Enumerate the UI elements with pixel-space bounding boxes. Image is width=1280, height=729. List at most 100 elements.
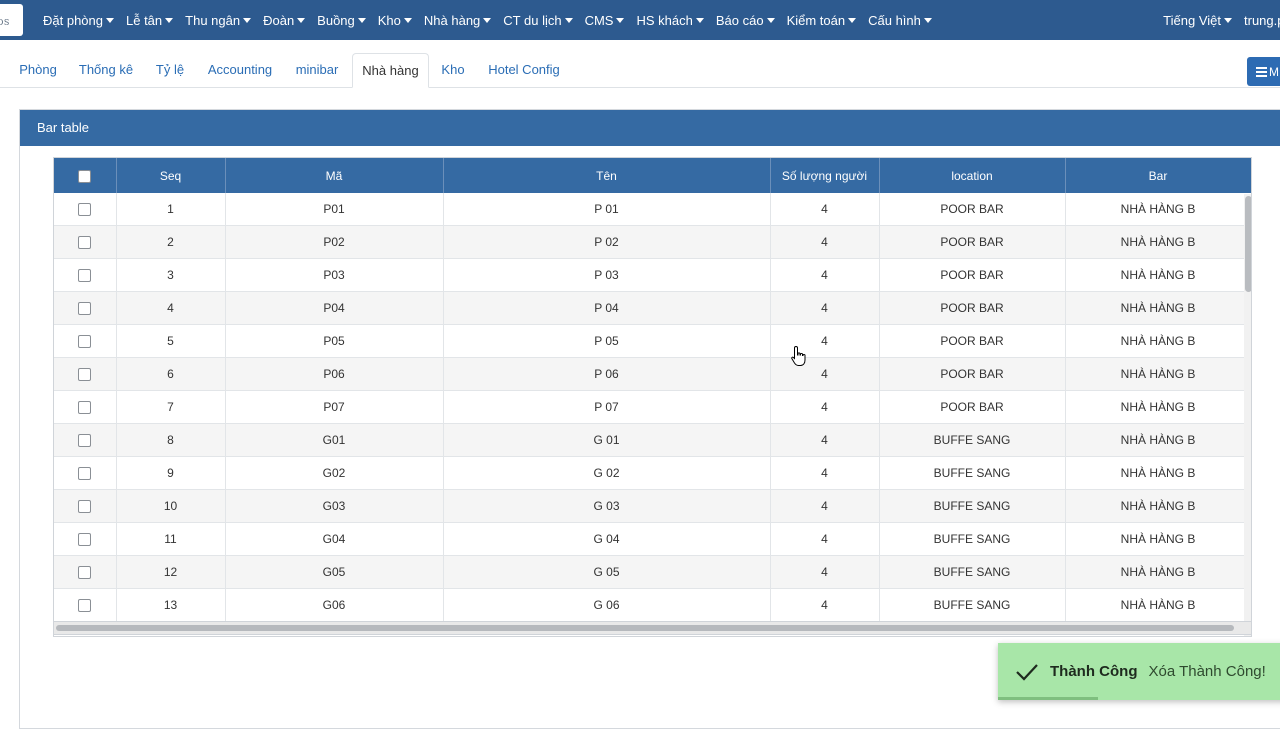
nav-item-2[interactable]: Thu ngân — [185, 13, 252, 28]
row-checkbox[interactable] — [78, 467, 92, 481]
nav-item-9[interactable]: HS khách — [636, 13, 704, 28]
tab-3[interactable]: Accounting — [198, 53, 282, 87]
tab-0[interactable]: Phòng — [9, 53, 67, 87]
cell-name: P 04 — [443, 291, 771, 325]
row-checkbox[interactable] — [78, 500, 92, 514]
table-row[interactable]: 2 P02 P 02 4 POOR BAR NHÀ HÀNG B — [54, 225, 1251, 259]
cell-people: 4 — [770, 225, 880, 259]
cell-location: POOR BAR — [879, 193, 1066, 226]
table-row[interactable]: 3 P03 P 03 4 POOR BAR NHÀ HÀNG B — [54, 258, 1251, 292]
cell-people: 4 — [770, 324, 880, 358]
tab-2[interactable]: Tỷ lệ — [146, 53, 194, 87]
row-checkbox[interactable] — [78, 566, 92, 580]
nav-item-10[interactable]: Báo cáo — [716, 13, 775, 28]
table-row[interactable]: 1 P01 P 01 4 POOR BAR NHÀ HÀNG B — [54, 193, 1251, 226]
table-row[interactable]: 4 P04 P 04 4 POOR BAR NHÀ HÀNG B — [54, 291, 1251, 325]
row-checkbox[interactable] — [78, 599, 92, 613]
column-header[interactable]: Seq — [116, 158, 226, 193]
nav-item-5[interactable]: Kho — [378, 13, 412, 28]
table-row[interactable]: 11 G04 G 04 4 BUFFE SANG NHÀ HÀNG B — [54, 522, 1251, 556]
column-header[interactable]: Bar — [1065, 158, 1251, 193]
row-select-cell — [54, 291, 117, 325]
nav-item-0[interactable]: Đặt phòng — [43, 13, 114, 28]
nav-item-4[interactable]: Buồng — [317, 13, 366, 28]
caret-down-icon — [243, 17, 252, 23]
nav-item-6[interactable]: Nhà hàng — [424, 13, 492, 28]
side-menu-label: M — [1269, 64, 1279, 79]
nav-item-1[interactable]: Lễ tân — [126, 13, 174, 28]
main-menu: Đặt phòng Lễ tân Thu ngân Đoàn Buồng Kho Nhà h… — [43, 0, 944, 40]
cell-code: P05 — [225, 324, 444, 358]
row-select-cell — [54, 390, 117, 424]
cell-code: P04 — [225, 291, 444, 325]
table-row[interactable]: 12 G05 G 05 4 BUFFE SANG NHÀ HÀNG B — [54, 555, 1251, 589]
row-checkbox[interactable] — [78, 533, 92, 547]
table-row[interactable]: 9 G02 G 02 4 BUFFE SANG NHÀ HÀNG B — [54, 456, 1251, 490]
caret-down-icon — [165, 17, 174, 23]
tab-1[interactable]: Thống kê — [70, 53, 142, 87]
cell-people: 4 — [770, 456, 880, 490]
user-menu[interactable]: trung.p — [1244, 13, 1280, 28]
cell-code: G01 — [225, 423, 444, 457]
column-header[interactable]: location — [879, 158, 1066, 193]
caret-down-icon — [357, 17, 366, 23]
cell-name: P 03 — [443, 258, 771, 292]
logo[interactable]: DS — [0, 4, 23, 36]
row-checkbox[interactable] — [78, 434, 92, 448]
horizontal-scrollbar[interactable] — [53, 621, 1252, 635]
row-checkbox[interactable] — [78, 203, 92, 217]
column-header[interactable]: Tên — [443, 158, 771, 193]
tab-7[interactable]: Hotel Config — [479, 53, 569, 87]
cell-location: BUFFE SANG — [879, 522, 1066, 556]
nav-item-8[interactable]: CMS — [585, 13, 625, 28]
nav-item-label: Buồng — [317, 12, 355, 28]
select-all-checkbox[interactable] — [78, 169, 92, 183]
row-select-cell — [54, 522, 117, 556]
cell-name: P 05 — [443, 324, 771, 358]
bar-table-panel: Bar table Seq Mã Tên Số lượng người location… — [19, 109, 1280, 729]
success-toast[interactable]: Thành Công Xóa Thành Công! — [998, 643, 1280, 700]
tab-6[interactable]: Kho — [430, 53, 476, 87]
row-checkbox[interactable] — [78, 401, 92, 415]
nav-item-12[interactable]: Cấu hình — [868, 13, 932, 28]
nav-item-11[interactable]: Kiểm toán — [787, 13, 857, 28]
nav-item-3[interactable]: Đoàn — [263, 13, 306, 28]
cell-people: 4 — [770, 357, 880, 391]
row-select-cell — [54, 193, 117, 226]
toast-message: Xóa Thành Công! — [1148, 663, 1266, 680]
cell-bar: NHÀ HÀNG B — [1065, 324, 1251, 358]
language-dropdown[interactable]: Tiếng Việt — [1163, 13, 1232, 28]
cell-seq: 9 — [116, 456, 226, 490]
table-row[interactable]: 6 P06 P 06 4 POOR BAR NHÀ HÀNG B — [54, 357, 1251, 391]
row-checkbox[interactable] — [78, 236, 92, 250]
vertical-scroll-thumb[interactable] — [1245, 196, 1251, 292]
nav-item-label: Kho — [377, 12, 401, 28]
table-row[interactable]: 10 G03 G 03 4 BUFFE SANG NHÀ HÀNG B — [54, 489, 1251, 523]
vertical-scrollbar[interactable] — [1244, 194, 1251, 636]
tab-5[interactable]: Nhà hàng — [352, 53, 429, 88]
row-checkbox[interactable] — [78, 269, 92, 283]
table-row[interactable]: 8 G01 G 01 4 BUFFE SANG NHÀ HÀNG B — [54, 423, 1251, 457]
tab-4[interactable]: minibar — [286, 53, 348, 87]
side-menu-button[interactable]: M — [1247, 57, 1280, 86]
row-checkbox[interactable] — [78, 335, 92, 349]
column-header[interactable]: Số lượng người — [770, 158, 880, 193]
table-row[interactable]: 13 G06 G 06 4 BUFFE SANG NHÀ HÀNG B — [54, 588, 1251, 622]
cell-seq: 4 — [116, 291, 226, 325]
cell-code: P06 — [225, 357, 444, 391]
cell-bar: NHÀ HÀNG B — [1065, 489, 1251, 523]
language-label: Tiếng Việt — [1163, 12, 1221, 28]
cell-people: 4 — [770, 588, 880, 622]
caret-down-icon — [1224, 17, 1232, 23]
caret-down-icon — [923, 17, 932, 23]
row-checkbox[interactable] — [78, 302, 92, 316]
horizontal-scroll-thumb[interactable] — [56, 625, 1234, 631]
nav-item-7[interactable]: CT du lịch — [503, 13, 573, 28]
cell-bar: NHÀ HÀNG B — [1065, 456, 1251, 490]
row-checkbox[interactable] — [78, 368, 92, 382]
cell-people: 4 — [770, 522, 880, 556]
column-header[interactable]: Mã — [225, 158, 444, 193]
table-row[interactable]: 7 P07 P 07 4 POOR BAR NHÀ HÀNG B — [54, 390, 1251, 424]
table-row[interactable]: 5 P05 P 05 4 POOR BAR NHÀ HÀNG B — [54, 324, 1251, 358]
cell-bar: NHÀ HÀNG B — [1065, 193, 1251, 226]
